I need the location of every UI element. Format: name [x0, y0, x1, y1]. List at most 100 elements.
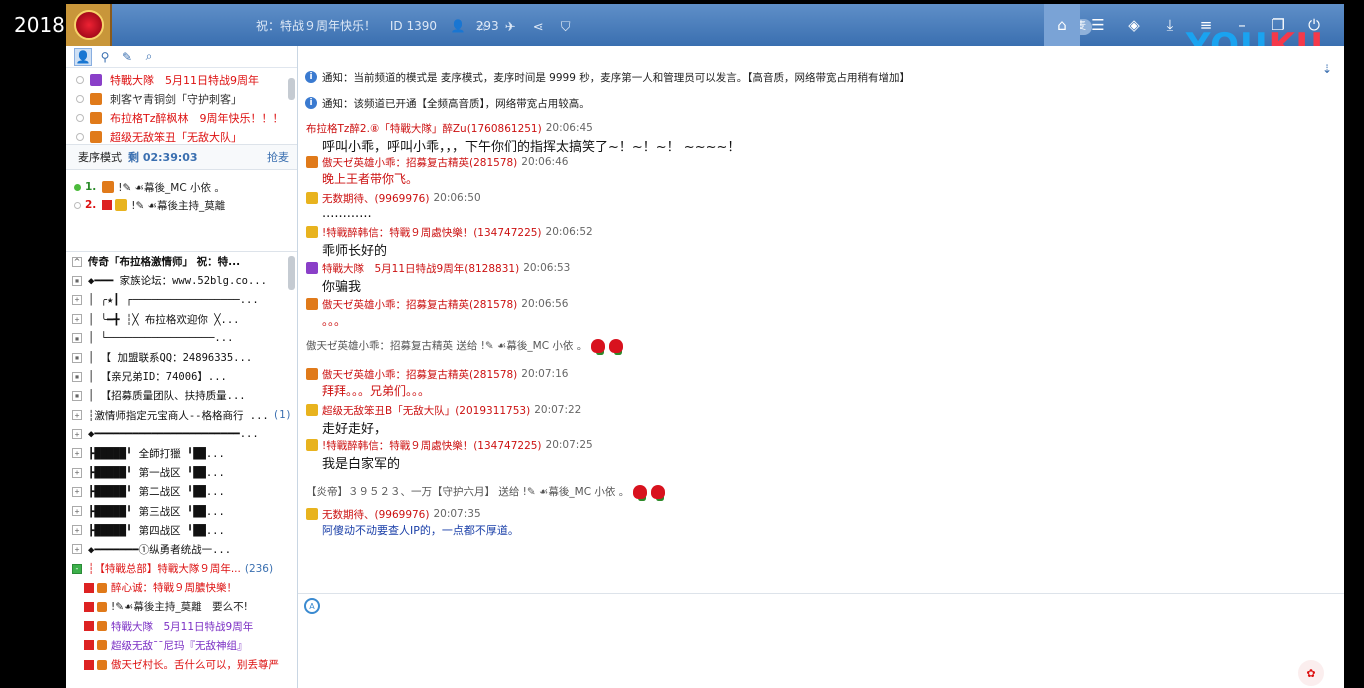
channel-member[interactable]: 醉心诚：特戰９周膿快樂！ [66, 578, 297, 597]
node-label: │ 【招募质量团队、扶持质量... [88, 390, 246, 403]
expand-icon[interactable]: ▪ [72, 390, 82, 401]
sender-name[interactable]: 布拉格Tz醉2.⑧「特戰大隊」醉Zu(1760861251) [306, 121, 542, 136]
gift-icon [115, 199, 128, 211]
channel-member[interactable]: !✎☙幕後主持_莫離 要么不! [66, 597, 297, 616]
share-icon[interactable]: ⋖ [533, 20, 544, 35]
expand-icon[interactable]: + [72, 506, 82, 517]
node-label: │ └─────────────────... [88, 332, 234, 345]
channel-node[interactable]: + ┆激情师指定元宝商人--格格商行 ... (1) [66, 406, 297, 425]
scroll-down-icon[interactable]: ⇣ [1322, 62, 1332, 76]
channel-member[interactable]: 特戰大隊 5月11日特战9周年 [66, 617, 297, 636]
message-header: 无数期待、(9969976) 20:06:50 [306, 190, 481, 206]
sender-name[interactable]: !特戰醉韩信：特戰９周處快樂！(134747225) [322, 225, 542, 240]
badge-icon [84, 659, 94, 670]
airplane-icon[interactable]: ✈ [505, 20, 516, 35]
channel-member[interactable]: 傲天ゼ村长。舌什么可以，别丢尊严 [66, 655, 297, 674]
message-text: 拜拜。。。兄弟们。。。 [322, 384, 431, 398]
expand-icon[interactable]: + [72, 486, 82, 497]
gift-icon [306, 262, 318, 274]
channel-node[interactable]: ▪ ◆━━━ 家族论坛：www.52blg.co... [66, 271, 297, 290]
channel-node[interactable]: + ┣█████╹ 第一战区 ╹██... [66, 463, 297, 482]
channel-node[interactable]: - ┆【特戰总部】特戰大隊９周年... (236) [66, 559, 297, 578]
channel-node[interactable]: ▪ │ 【招募质量团队、扶持质量... [66, 386, 297, 405]
video-frame: 20180511布拉格特战 祝：特战９周年快乐！ ID 1390 👤293 ☆ … [0, 0, 1364, 688]
contribution-item[interactable]: 超级无敌笨丑「无敌大队」 [66, 127, 297, 144]
message-time: 20:07:16 [521, 368, 569, 380]
gift-notice: 傲天ゼ英雄小乖：招募复古精英 送给 !✎ ☙幕後_MC 小依 。 [306, 338, 624, 353]
chat-message: !特戰醉韩信：特戰９周處快樂！(134747225) 20:07:25 我是白家军的 [306, 437, 593, 472]
favorite-star-icon[interactable]: ☆ [476, 20, 488, 35]
message-header: 傲天ゼ英雄小乖：招募复古精英(281578) 20:07:16 [306, 366, 568, 382]
channel-node[interactable]: + ┣█████╹ 第三战区 ╹██... [66, 501, 297, 520]
channel-node[interactable]: ^ 传奇「布拉格激情师」 祝：特... [66, 252, 297, 271]
node-label: ┣█████╹ 全師打獵 ╹██... [88, 447, 225, 460]
rose-icon [609, 338, 624, 353]
grab-mic-button[interactable]: 抢麦 [267, 149, 289, 165]
contribution-item[interactable]: 刺客ヤ青铜剑「守护刺客」 [66, 89, 297, 108]
channel-node[interactable]: + ┣█████╹ 第四战区 ╹██... [66, 521, 297, 540]
expand-icon[interactable]: + [72, 544, 82, 555]
tree-scrollbar[interactable] [288, 256, 295, 290]
voice-input-icon[interactable]: A [304, 598, 320, 614]
sender-name[interactable]: !特戰醉韩信：特戰９周處快樂！(134747225) [322, 438, 542, 453]
channel-node[interactable]: + ┣█████╹ 全師打獵 ╹██... [66, 444, 297, 463]
sender-name[interactable]: 傲天ゼ英雄小乖：招募复古精英(281578) [322, 155, 517, 170]
chat-input-area[interactable]: A ✿ [298, 594, 1344, 688]
gift-icon [306, 156, 318, 168]
title-bar: 祝：特战９周年快乐！ ID 1390 👤293 ☆ ✈ ⋖ ⛉ 开麦 ⌂ ☰ ◈… [66, 4, 1344, 46]
queue-item[interactable]: 2. !✎ ☙幕後主持_莫離 [66, 196, 297, 214]
list-icon[interactable]: ☰ [1080, 4, 1116, 46]
status-dot-icon [74, 183, 81, 191]
expand-icon[interactable]: + [72, 294, 82, 305]
channel-member[interactable]: 超级无敌¯¯尼玛『无敌神组』 [66, 636, 297, 655]
contribution-item[interactable]: 特戰大隊 5月11日特战9周年 [66, 70, 297, 89]
message-text: 晚上王者带你飞。 [322, 172, 419, 186]
chat-message: 布拉格Tz醉2.⑧「特戰大隊」醉Zu(1760861251) 20:06:45 呼叫… [306, 120, 740, 155]
expand-icon[interactable]: ▪ [72, 333, 82, 344]
sender-name[interactable]: 超级无敌笨丑B「无敌大队」(2019311753) [322, 403, 530, 418]
channel-node[interactable]: ▪ │ 【亲兄弟ID：74006】... [66, 367, 297, 386]
channel-node[interactable]: ▪ │ 【 加盟联系QQ：24896335... [66, 348, 297, 367]
expand-icon[interactable]: + [72, 429, 82, 440]
shield-icon[interactable]: ⛉ [561, 20, 571, 35]
chat-message: 无数期待、(9969976) 20:06:50............ [306, 190, 481, 224]
channel-node[interactable]: + ┣█████╹ 第二战区 ╹██... [66, 482, 297, 501]
home-icon[interactable]: ⌂ [1044, 4, 1080, 46]
expand-icon[interactable]: ▪ [72, 352, 82, 363]
contribution-item[interactable]: 布拉格Tz醉枫林 9周年快乐！！！ [66, 108, 297, 127]
sender-name[interactable]: 特戰大隊 5月11日特战9周年(8128831) [322, 261, 519, 276]
queue-user-name: !✎ ☙幕後主持_莫離 [131, 199, 226, 212]
expand-icon[interactable]: + [72, 410, 82, 421]
sender-name[interactable]: 无数期待、(9969976) [322, 507, 429, 522]
expand-icon[interactable]: + [72, 467, 82, 478]
channel-node[interactable]: + ◆━━━━━━━①纵勇者统战一... [66, 540, 297, 559]
queue-item[interactable]: 1. !✎ ☙幕後_MC 小依 。 [66, 178, 297, 196]
chat-message: 无数期待、(9969976) 20:07:35 阿傻动不动要查人IP的，一点都不厚道… [306, 506, 519, 540]
message-header: 布拉格Tz醉2.⑧「特戰大隊」醉Zu(1760861251) 20:06:45 [306, 120, 740, 136]
flower-button[interactable]: ✿ [1298, 660, 1324, 686]
channel-node[interactable]: + │ ╰━╋ ┆╳ 布拉格欢迎你 ╳... [66, 310, 297, 329]
list-scrollbar[interactable] [288, 78, 295, 100]
expand-icon[interactable]: ^ [72, 256, 82, 267]
message-text: 乖师长好的 [322, 244, 388, 259]
user-icon[interactable]: 👤 [74, 47, 92, 66]
edit-icon[interactable]: ✎ [118, 48, 136, 66]
expand-icon[interactable]: - [72, 563, 82, 574]
download-icon[interactable]: ⤓ [1152, 4, 1188, 46]
search-icon[interactable]: ⌕ [140, 48, 158, 66]
sender-name[interactable]: 傲天ゼ英雄小乖：招募复古精英(281578) [322, 297, 517, 312]
channel-node[interactable]: ▪ │ └─────────────────... [66, 329, 297, 348]
expand-icon[interactable]: ▪ [72, 371, 82, 382]
channel-node[interactable]: + ◆━━━━━━━━━━━━━━━━━━━━━━━... [66, 425, 297, 444]
sender-name[interactable]: 无数期待、(9969976) [322, 191, 429, 206]
location-icon[interactable]: ⚲ [96, 48, 114, 66]
expand-icon[interactable]: + [72, 448, 82, 459]
expand-icon[interactable]: + [72, 525, 82, 536]
expand-icon[interactable]: ▪ [72, 275, 82, 286]
sender-name[interactable]: 傲天ゼ英雄小乖：招募复古精英(281578) [322, 367, 517, 382]
game-icon[interactable]: ◈ [1116, 4, 1152, 46]
expand-icon[interactable]: + [72, 314, 82, 325]
node-label: 傲天ゼ村长。舌什么可以，别丢尊严 [111, 659, 279, 672]
channel-node[interactable]: + │ ╭★┃ ┌─────────────────... [66, 290, 297, 309]
message-time: 20:07:25 [545, 439, 593, 451]
